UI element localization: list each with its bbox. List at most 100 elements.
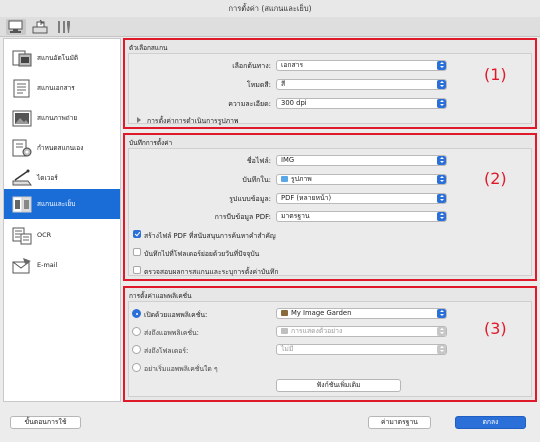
callout-1: (1): [484, 65, 507, 84]
sidebar-item-label: สแกนเอกสาร: [37, 84, 75, 92]
send-to-app-radio[interactable]: [132, 327, 141, 336]
computer-scan-icon: [8, 20, 23, 33]
save-in-value: รูปภาพ: [291, 175, 312, 183]
dropdown-arrow-icon: [437, 327, 446, 336]
sidebar-item-label: กำหนดสแกนเอง: [37, 144, 84, 152]
dropdown-arrow-icon: [437, 309, 446, 318]
save-settings-section: บันทึกการตั้งค่า ชื่อไฟล์: IMG บันทึกใน:…: [123, 133, 537, 281]
data-format-select[interactable]: PDF (หลายหน้า): [276, 193, 447, 204]
searchable-pdf-label: สร้างไฟล์ PDF ที่สนับสนุนการค้นหาคำสำคัญ: [144, 232, 276, 240]
instructions-button[interactable]: ขั้นตอนการใช้: [10, 416, 81, 429]
sidebar-item-label: E-mail: [37, 261, 58, 269]
section-title: การตั้งค่าแอพพลิเคชั่น: [129, 292, 192, 300]
sidebar: สแกนอัตโนมัติ สแกนเอกสาร สแกนภาพถ่าย กำห…: [3, 38, 121, 402]
window-title: การตั้งค่า (สแกนและเย็บ): [0, 0, 540, 17]
custom-scan-icon: [12, 139, 32, 157]
sidebar-item-ocr[interactable]: OCR: [4, 221, 120, 251]
dropdown-arrow-icon: [437, 345, 446, 354]
open-with-app-radio[interactable]: [132, 309, 141, 318]
dropdown-arrow-icon: [437, 61, 446, 70]
color-mode-select[interactable]: สี: [276, 79, 447, 90]
data-format-label: รูปแบบข้อมูล:: [229, 195, 271, 203]
check-scan-results-checkbox[interactable]: [133, 266, 141, 274]
filename-combo[interactable]: IMG: [276, 155, 447, 166]
document-scan-icon: [13, 79, 30, 98]
scan-and-stitch-icon: [12, 196, 32, 213]
sidebar-item-label: OCR: [37, 231, 52, 239]
callout-2: (2): [484, 169, 507, 188]
sidebar-item-photo-scan[interactable]: สแกนภาพถ่าย: [4, 103, 120, 133]
color-mode-label: โหมดสี:: [246, 81, 271, 89]
email-icon: [12, 258, 31, 274]
resolution-label: ความละเอียด:: [228, 100, 271, 108]
driver-icon: [12, 169, 32, 186]
subfolder-date-checkbox[interactable]: [133, 248, 141, 256]
dropdown-arrow-icon: [437, 212, 446, 221]
callout-3: (3): [484, 319, 507, 338]
sidebar-item-label: สแกนอัตโนมัติ: [37, 54, 79, 62]
general-settings-tab[interactable]: [54, 19, 74, 35]
pdf-compression-select[interactable]: มาตรฐาน: [276, 211, 447, 222]
dropdown-arrow-icon: [437, 156, 446, 165]
send-to-app-label: ส่งถึงแอพพลิเคชั่น:: [144, 329, 199, 337]
send-to-folder-radio[interactable]: [132, 345, 141, 354]
do-not-start-app-label: อย่าเริ่มแอพพลิเคชั่นใด ๆ: [144, 365, 218, 373]
source-select[interactable]: เอกสาร: [276, 60, 447, 71]
disclosure-triangle-icon[interactable]: [137, 117, 141, 123]
send-to-app-value: การแสดงตัวอย่าง: [291, 327, 343, 335]
subfolder-date-label: บันทึกไปที่โฟลเดอร์ย่อยด้วยวันที่ปัจจุบั…: [144, 250, 260, 258]
send-to-folder-value: ไม่มี: [281, 345, 294, 353]
send-to-app-select[interactable]: การแสดงตัวอย่าง: [276, 326, 447, 337]
scan-from-computer-tab[interactable]: [6, 19, 26, 35]
ocr-icon: [12, 227, 32, 245]
defaults-button[interactable]: ค่ามาตรฐาน: [368, 416, 431, 429]
dropdown-arrow-icon: [437, 99, 446, 108]
resolution-select[interactable]: 300 dpi: [276, 98, 447, 109]
send-to-folder-select[interactable]: ไม่มี: [276, 344, 447, 355]
sidebar-item-label: สแกนภาพถ่าย: [37, 114, 78, 122]
preview-app-icon: [281, 327, 288, 334]
sidebar-item-document-scan[interactable]: สแกนเอกสาร: [4, 73, 120, 103]
section-title: ตัวเลือกสแกน: [129, 44, 168, 52]
photo-scan-icon: [12, 110, 32, 127]
data-format-value: PDF (หลายหน้า): [281, 194, 332, 202]
toolbar: [0, 17, 540, 37]
source-label: เลือกต้นทาง:: [232, 62, 271, 70]
save-in-select[interactable]: รูปภาพ: [276, 174, 447, 185]
section-title: บันทึกการตั้งค่า: [129, 139, 173, 147]
dropdown-arrow-icon: [437, 194, 446, 203]
auto-scan-icon: [12, 50, 32, 67]
searchable-pdf-checkbox[interactable]: [133, 230, 141, 238]
sidebar-item-scan-and-stitch[interactable]: สแกนและเย็บ: [4, 189, 120, 219]
color-mode-value: สี: [281, 80, 286, 88]
resolution-value: 300 dpi: [281, 99, 307, 107]
open-with-app-value: My Image Garden: [291, 309, 352, 317]
operation-panel-icon: [32, 19, 48, 34]
sidebar-item-label: สแกนและเย็บ: [37, 200, 76, 208]
open-with-app-label: เปิดด้วยแอพพลิเคชั่น:: [144, 311, 208, 319]
folder-icon: [281, 175, 288, 182]
do-not-start-app-radio[interactable]: [132, 363, 141, 372]
more-functions-button[interactable]: ฟังก์ชันเพิ่มเติม: [276, 379, 401, 392]
scan-options-section: ตัวเลือกสแกน เลือกต้นทาง: เอกสาร โหมดสี:…: [123, 38, 537, 129]
tools-icon: [58, 21, 70, 33]
settings-panel: ตัวเลือกสแกน เลือกต้นทาง: เอกสาร โหมดสี:…: [123, 38, 537, 402]
source-value: เอกสาร: [281, 61, 304, 69]
check-scan-results-label: ตรวจสอบผลการสแกนและระบุการตั้งค่าบันทึก: [144, 268, 279, 276]
dropdown-arrow-icon: [437, 175, 446, 184]
ok-button[interactable]: ตกลง: [455, 416, 526, 429]
send-to-folder-label: ส่งถึงโฟลเดอร์:: [144, 347, 189, 355]
dropdown-arrow-icon: [437, 80, 446, 89]
scan-from-panel-tab[interactable]: [30, 19, 50, 35]
sidebar-item-email[interactable]: E-mail: [4, 251, 120, 281]
image-processing-settings-toggle[interactable]: การตั้งค่าการดำเนินการรูปภาพ: [147, 115, 238, 126]
filename-value: IMG: [281, 156, 295, 164]
pdf-compression-value: มาตรฐาน: [281, 212, 310, 220]
sidebar-item-auto-scan[interactable]: สแกนอัตโนมัติ: [4, 43, 120, 73]
pdf-compression-label: การบีบข้อมูล PDF:: [214, 213, 271, 221]
my-image-garden-icon: [281, 309, 288, 316]
save-in-label: บันทึกใน:: [242, 176, 271, 184]
sidebar-item-custom-scan[interactable]: กำหนดสแกนเอง: [4, 133, 120, 163]
sidebar-item-label: ไดเวอร์: [37, 174, 58, 182]
open-with-app-select[interactable]: My Image Garden: [276, 308, 447, 319]
